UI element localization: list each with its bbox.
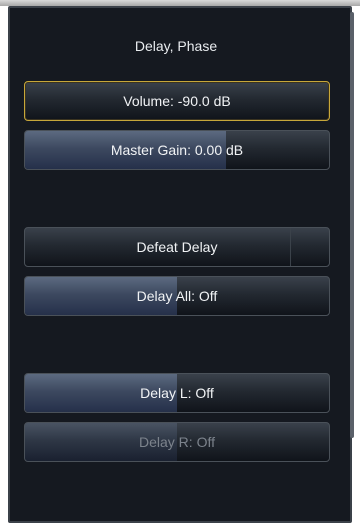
defeat-delay-button[interactable]: Defeat Delay xyxy=(24,227,330,267)
volume-button[interactable]: Volume: -90.0 dB xyxy=(24,81,330,121)
defeat-delay-label: Defeat Delay xyxy=(136,239,218,255)
master-gain-button[interactable]: Master Gain: 0.00 dB xyxy=(24,130,330,170)
master-gain-label: Master Gain: 0.00 dB xyxy=(110,142,244,158)
delay-r-label: Delay R: Off xyxy=(139,434,215,450)
delay-l-button[interactable]: Delay L: Off xyxy=(24,373,330,413)
panel-scrollbar[interactable] xyxy=(350,12,354,438)
settings-panel: Delay, Phase Volume: -90.0 dB Master Gai… xyxy=(8,6,354,523)
delay-r-button: Delay R: Off xyxy=(24,422,330,462)
panel-title: Delay, Phase xyxy=(134,38,218,54)
delay-all-label: Delay All: Off xyxy=(136,288,218,304)
delay-l-label: Delay L: Off xyxy=(140,385,214,401)
volume-label: Volume: -90.0 dB xyxy=(123,93,231,109)
delay-all-button[interactable]: Delay All: Off xyxy=(24,276,330,316)
